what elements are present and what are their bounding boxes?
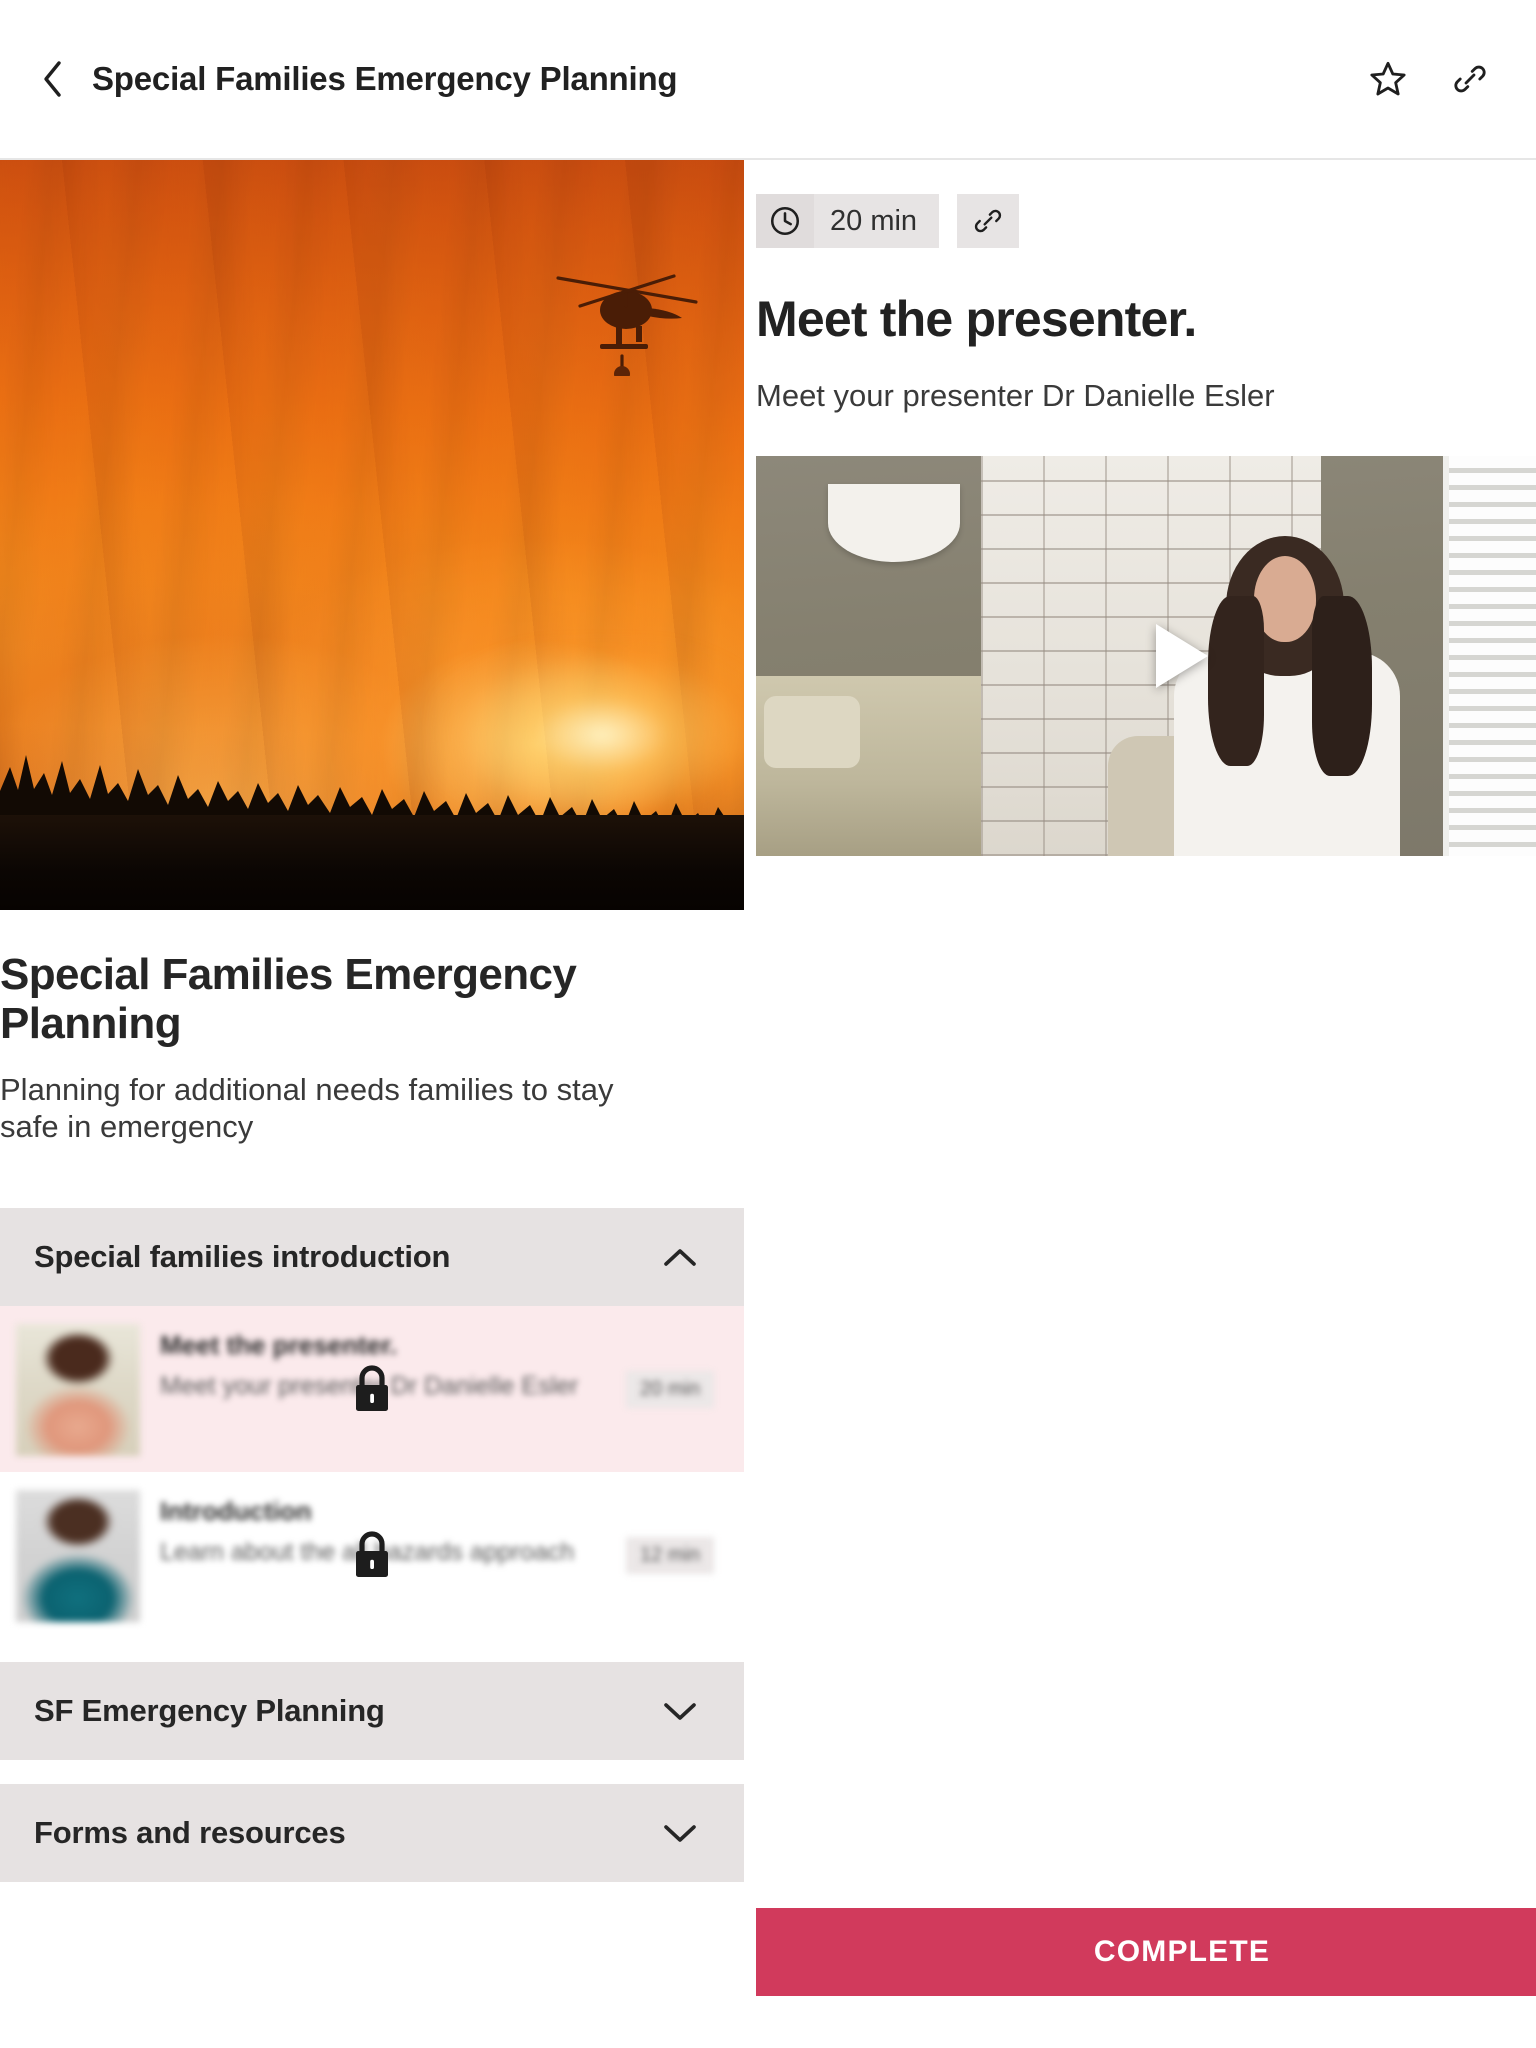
course-sidebar: Special Families Emergency Planning Plan… bbox=[0, 160, 744, 2048]
course-info: Special Families Emergency Planning Plan… bbox=[0, 910, 744, 1146]
favorite-button[interactable] bbox=[1362, 53, 1414, 105]
section-label: Special families introduction bbox=[34, 1239, 451, 1275]
lesson-duration: 12 min bbox=[625, 1536, 714, 1574]
back-button[interactable] bbox=[36, 57, 70, 101]
lesson-panel: 20 min Meet the presenter. Meet your pre… bbox=[744, 160, 1536, 2048]
course-sections: Special families introduction Meet the p… bbox=[0, 1208, 744, 1883]
complete-button[interactable]: COMPLETE bbox=[756, 1908, 1536, 1996]
lesson-summary: Meet your presenter Dr Danielle Esler bbox=[756, 378, 1275, 413]
lock-icon bbox=[344, 1357, 400, 1421]
section-label: SF Emergency Planning bbox=[34, 1693, 385, 1729]
video-sink bbox=[828, 484, 960, 562]
clock-icon bbox=[756, 194, 814, 248]
helicopter-icon bbox=[556, 274, 698, 376]
lesson-list: Meet the presenter. Meet your presenter … bbox=[0, 1306, 744, 1639]
chevron-down-icon bbox=[660, 1691, 700, 1731]
video-presenter-hair-right bbox=[1312, 596, 1372, 776]
course-hero-image bbox=[0, 160, 744, 910]
play-icon[interactable] bbox=[1156, 624, 1208, 688]
duration-badge: 20 min bbox=[756, 194, 940, 248]
app-header-actions bbox=[1362, 53, 1496, 105]
video-window-blind bbox=[1443, 456, 1536, 856]
page-body: Special Families Emergency Planning Plan… bbox=[0, 160, 1536, 2048]
hero-treeline bbox=[0, 700, 744, 910]
link-icon bbox=[1454, 65, 1486, 93]
lesson-thumbnail bbox=[16, 1324, 140, 1457]
lesson-video-player[interactable] bbox=[756, 456, 1536, 856]
lesson-duration: 20 min bbox=[625, 1370, 714, 1408]
section-label: Forms and resources bbox=[34, 1815, 346, 1851]
page-title: Special Families Emergency Planning bbox=[92, 60, 678, 97]
link-icon bbox=[974, 209, 1002, 233]
chevron-up-icon bbox=[660, 1237, 700, 1277]
video-presenter-hair-left bbox=[1208, 596, 1264, 766]
section-header-forms-and-resources[interactable]: Forms and resources bbox=[0, 1784, 744, 1883]
course-title: Special Families Emergency Planning bbox=[0, 950, 577, 1049]
lesson-row-introduction[interactable]: Introduction Learn about the all hazards… bbox=[0, 1472, 744, 1639]
hero-ground bbox=[0, 815, 744, 910]
section-header-sf-emergency-planning[interactable]: SF Emergency Planning bbox=[0, 1662, 744, 1761]
share-link-button[interactable] bbox=[1444, 53, 1496, 105]
copy-lesson-link-button[interactable] bbox=[957, 194, 1020, 248]
course-description: Planning for additional needs families t… bbox=[0, 1071, 614, 1145]
star-icon bbox=[1370, 61, 1406, 96]
lock-icon bbox=[344, 1523, 400, 1587]
app-header-left: Special Families Emergency Planning bbox=[36, 57, 1362, 101]
video-cushion bbox=[764, 696, 860, 768]
lesson-thumbnail bbox=[16, 1490, 140, 1623]
chevron-down-icon bbox=[660, 1813, 700, 1853]
section-header-special-families-introduction[interactable]: Special families introduction bbox=[0, 1208, 744, 1307]
lesson-meta-row: 20 min bbox=[744, 194, 1536, 248]
duration-text: 20 min bbox=[830, 205, 918, 237]
lesson-heading: Meet the presenter. bbox=[756, 291, 1197, 347]
app-header: Special Families Emergency Planning bbox=[0, 0, 1536, 160]
lesson-row-meet-the-presenter[interactable]: Meet the presenter. Meet your presenter … bbox=[0, 1306, 744, 1473]
